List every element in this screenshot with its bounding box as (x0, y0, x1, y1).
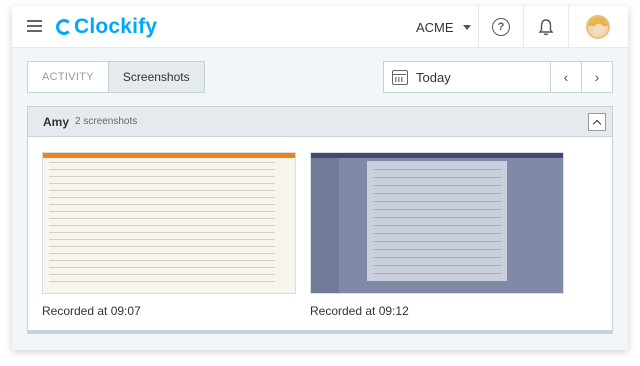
tab-activity[interactable]: ACTIVITY (28, 62, 108, 92)
next-period-button[interactable]: › (581, 62, 612, 92)
top-bar: Clockify ACME ? (12, 6, 628, 48)
app-window: Clockify ACME ? ACTIVITY Screenshots Tod… (12, 6, 628, 350)
screenshot-thumbnail[interactable] (42, 152, 296, 294)
workspace-name: ACME (416, 19, 454, 35)
menu-icon[interactable] (27, 20, 42, 32)
previous-period-button[interactable]: ‹ (550, 62, 581, 92)
clockify-logo-icon (56, 19, 72, 35)
chevron-right-icon: › (594, 69, 600, 85)
user-name: Amy (43, 114, 70, 129)
screenshot-thumbnail[interactable] (310, 152, 564, 294)
logo-text: Clockify (74, 15, 158, 38)
screenshot-caption: Recorded at 09:07 (42, 304, 141, 318)
screenshot-card[interactable]: Recorded at 09:07 (42, 152, 296, 318)
panel-footer-bar (28, 330, 612, 333)
screenshot-card[interactable]: Recorded at 09:12 (310, 152, 564, 318)
bell-icon (538, 19, 554, 36)
caret-down-icon (462, 24, 471, 30)
tab-screenshots[interactable]: Screenshots (107, 62, 204, 92)
user-screenshots-panel: Amy 2 screenshots Recorded at 09:07 Reco… (27, 106, 613, 334)
collapse-button[interactable] (588, 113, 606, 131)
chevron-left-icon: ‹ (563, 69, 569, 85)
view-tabs: ACTIVITY Screenshots (27, 61, 205, 93)
notifications-button[interactable] (524, 6, 568, 48)
date-range-label: Today (416, 69, 451, 85)
workspace-selector[interactable]: ACME (416, 6, 471, 48)
logo[interactable]: Clockify (56, 15, 157, 39)
date-range-picker: Today ‹ › (383, 61, 613, 93)
screenshot-caption: Recorded at 09:12 (310, 304, 409, 318)
help-icon: ? (492, 18, 510, 36)
calendar-icon (392, 69, 408, 85)
date-range-button[interactable]: Today (384, 62, 550, 92)
divider (568, 6, 569, 48)
user-avatar (586, 15, 610, 39)
profile-button[interactable] (576, 6, 620, 48)
help-button[interactable]: ? (479, 6, 523, 48)
screenshot-count: 2 screenshots (75, 116, 138, 127)
panel-header: Amy 2 screenshots (28, 107, 612, 137)
